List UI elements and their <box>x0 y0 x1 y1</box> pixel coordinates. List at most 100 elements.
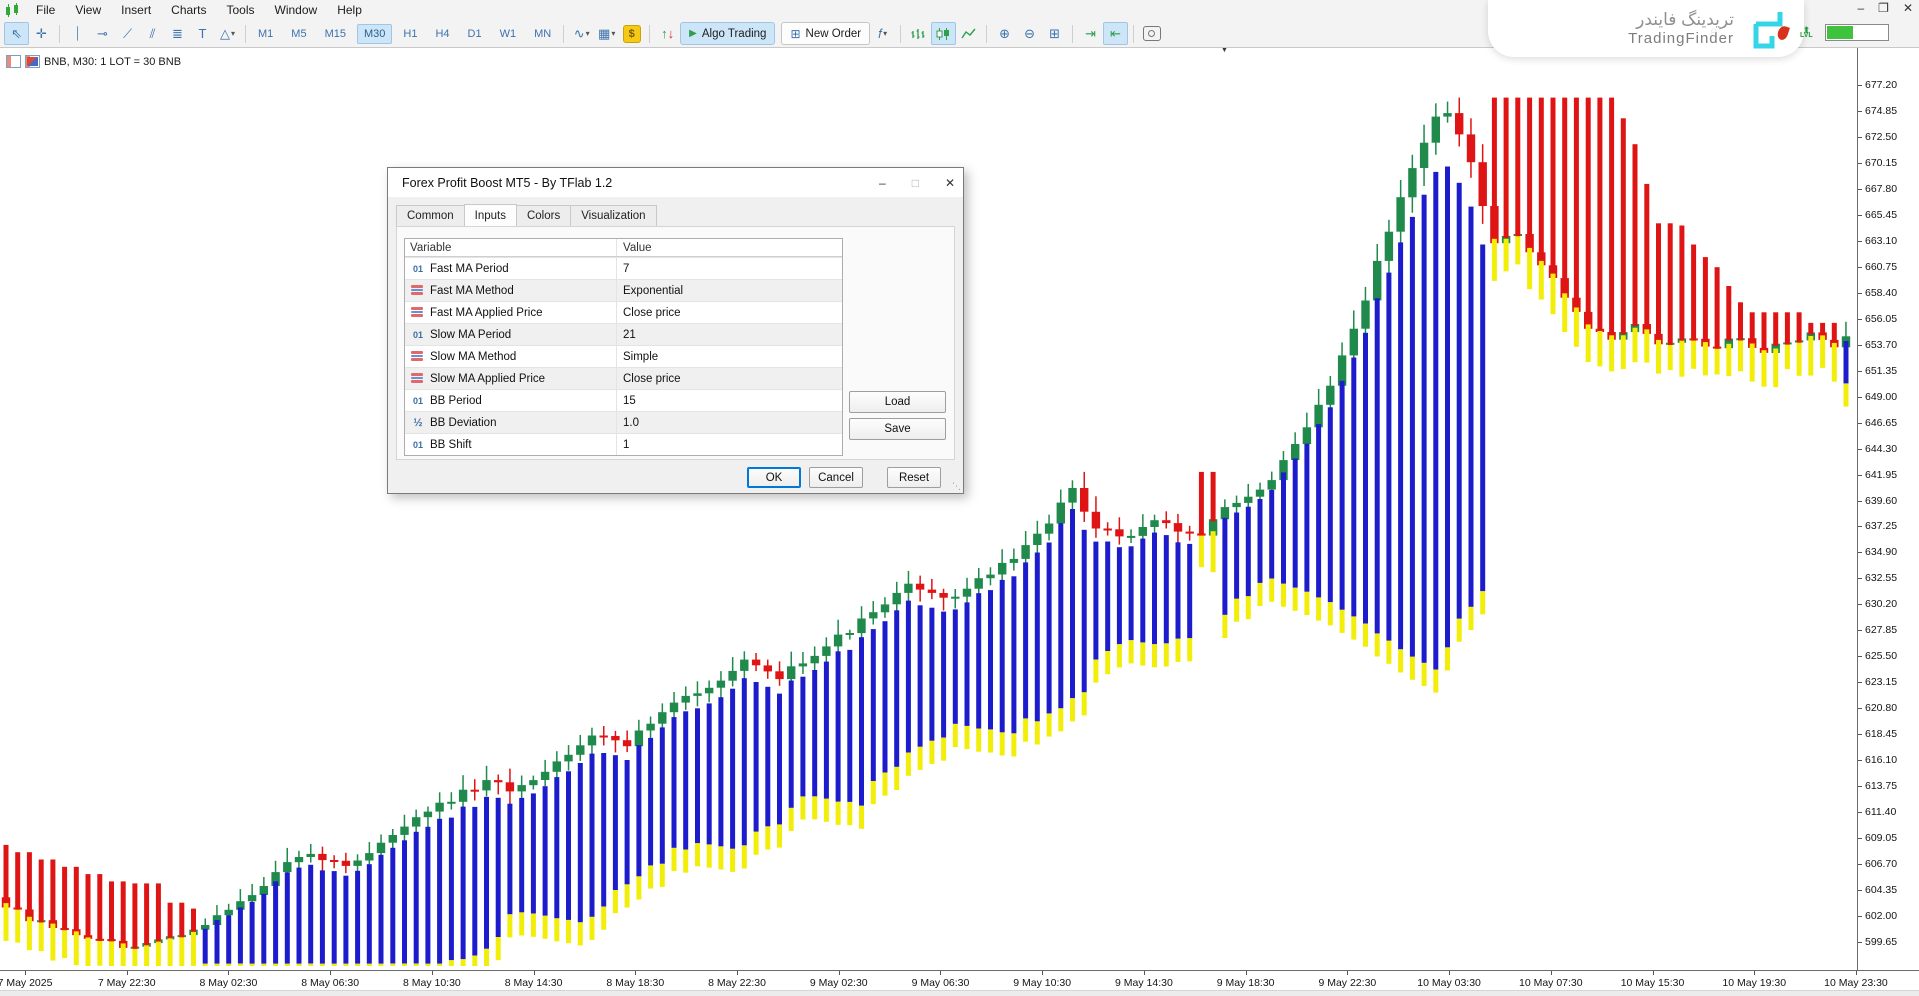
timeframe-button-m30[interactable]: M30 <box>357 24 392 44</box>
price-axis-label: 672.50 <box>1865 131 1897 143</box>
menu-item-file[interactable]: File <box>26 1 65 19</box>
numeric-param-icon: 01 <box>410 330 426 340</box>
trendline-tool-button[interactable]: ⟋ <box>115 22 140 45</box>
zoom-in-button[interactable]: ⊕ <box>992 22 1017 45</box>
enum-param-icon <box>410 373 426 384</box>
candlestick-mode-button[interactable] <box>931 22 956 45</box>
menu-item-tools[interactable]: Tools <box>217 1 265 19</box>
time-axis-label: 10 May 15:30 <box>1621 977 1685 989</box>
param-value[interactable]: Close price <box>617 373 842 385</box>
dialog-tab-inputs[interactable]: Inputs <box>464 204 517 227</box>
algo-trading-button[interactable]: ▶ Algo Trading <box>680 22 775 45</box>
param-value[interactable]: Simple <box>617 351 842 363</box>
bars-icon <box>911 27 926 41</box>
resize-grip[interactable]: ⋱ <box>952 481 961 492</box>
time-axis-label: 7 May 22:30 <box>98 977 156 989</box>
toolbar-separator <box>563 25 564 43</box>
price-axis-label: 606.70 <box>1865 858 1897 870</box>
tile-windows-button[interactable]: ⊞ <box>1042 22 1067 45</box>
bar-chart-mode-button[interactable] <box>906 22 931 45</box>
param-value[interactable]: Close price <box>617 307 842 319</box>
price-tick <box>1858 371 1862 372</box>
param-value[interactable]: 7 <box>617 263 842 275</box>
window-controls: – ❐ ✕ <box>1857 1 1913 15</box>
line-chart-mode-button[interactable] <box>956 22 981 45</box>
timeframe-button-d1[interactable]: D1 <box>461 24 489 44</box>
price-tick <box>1858 85 1862 86</box>
insert-indicator-dropdown[interactable]: 𝑓▾ <box>870 22 895 45</box>
auto-scroll-button[interactable]: ⇤ <box>1103 22 1128 45</box>
menu-item-charts[interactable]: Charts <box>161 1 216 19</box>
time-tick <box>432 971 433 975</box>
menu-item-help[interactable]: Help <box>327 1 372 19</box>
price-axis[interactable]: 677.20674.85672.50670.15667.80665.45663.… <box>1857 47 1919 970</box>
indicator-window-dropdown[interactable]: ▦▾ <box>594 22 619 45</box>
vertical-line-tool-button[interactable]: ⏐ <box>65 22 90 45</box>
table-row[interactable]: 01Slow MA Period21 <box>405 323 842 345</box>
time-tick <box>1042 971 1043 975</box>
dialog-minimize-button[interactable]: – <box>879 176 886 190</box>
price-tick <box>1858 864 1862 865</box>
minimize-button[interactable]: – <box>1857 1 1864 15</box>
chart-shift-button[interactable]: ⇥ <box>1078 22 1103 45</box>
numeric-param-icon: 01 <box>410 264 426 274</box>
dialog-tab-visualization[interactable]: Visualization <box>570 205 656 228</box>
timeframe-button-w1[interactable]: W1 <box>493 24 524 44</box>
timeframe-button-h4[interactable]: H4 <box>428 24 456 44</box>
screenshot-button[interactable] <box>1139 22 1164 45</box>
timeframe-button-mn[interactable]: MN <box>527 24 558 44</box>
dollar-icon: $ <box>623 25 641 43</box>
restore-button[interactable]: ❐ <box>1878 1 1889 15</box>
timeframe-button-m15[interactable]: M15 <box>318 24 353 44</box>
text-tool-button[interactable]: T <box>190 22 215 45</box>
param-value[interactable]: 1 <box>617 439 842 451</box>
param-value[interactable]: 15 <box>617 395 842 407</box>
table-row[interactable]: Fast MA MethodExponential <box>405 279 842 301</box>
ok-button[interactable]: OK <box>747 467 801 488</box>
chart-style-dropdown[interactable]: ∿▾ <box>569 22 594 45</box>
time-axis-label: 10 May 07:30 <box>1519 977 1583 989</box>
cancel-button[interactable]: Cancel <box>809 467 863 488</box>
param-value[interactable]: 21 <box>617 329 842 341</box>
dialog-title-bar[interactable]: Forex Profit Boost MT5 - By TFlab 1.2 <box>388 168 963 197</box>
dialog-tab-colors[interactable]: Colors <box>516 205 571 228</box>
market-watch-button[interactable]: $ <box>619 22 644 45</box>
price-axis-label: 627.85 <box>1865 624 1897 636</box>
new-order-button[interactable]: ⊞ New Order <box>781 22 870 45</box>
price-axis-label: 646.65 <box>1865 417 1897 429</box>
watermark-title-fa: تریدینگ فایندر <box>1628 10 1734 30</box>
param-value[interactable]: 1.0 <box>617 417 842 429</box>
new-order-icon: ⊞ <box>790 27 800 41</box>
param-name: BB Shift <box>430 439 472 451</box>
table-row[interactable]: ½BB Deviation1.0 <box>405 411 842 433</box>
fibonacci-tool-button[interactable]: ≣ <box>165 22 190 45</box>
save-button[interactable]: Save <box>849 418 946 440</box>
timeframe-button-m5[interactable]: M5 <box>284 24 313 44</box>
table-row[interactable]: Slow MA Applied PriceClose price <box>405 367 842 389</box>
cursor-tool-button[interactable]: ⇖ <box>4 22 29 45</box>
shapes-tool-button[interactable]: △▾ <box>215 22 240 45</box>
channel-tool-button[interactable]: ⫽ <box>140 22 165 45</box>
reset-button[interactable]: Reset <box>887 467 941 488</box>
timeframe-button-h1[interactable]: H1 <box>396 24 424 44</box>
table-row[interactable]: 01BB Shift1 <box>405 433 842 455</box>
table-row[interactable]: 01BB Period15 <box>405 389 842 411</box>
menu-item-view[interactable]: View <box>65 1 111 19</box>
table-row[interactable]: Slow MA MethodSimple <box>405 345 842 367</box>
close-button[interactable]: ✕ <box>1903 1 1913 15</box>
param-value[interactable]: Exponential <box>617 285 842 297</box>
load-button[interactable]: Load <box>849 391 946 413</box>
table-row[interactable]: Fast MA Applied PriceClose price <box>405 301 842 323</box>
dialog-tab-common[interactable]: Common <box>396 205 465 228</box>
crosshair-tool-button[interactable]: ✛ <box>29 22 54 45</box>
dialog-maximize-button[interactable]: □ <box>912 176 919 190</box>
menu-item-insert[interactable]: Insert <box>111 1 161 19</box>
table-row[interactable]: 01Fast MA Period7 <box>405 257 842 279</box>
zoom-out-button[interactable]: ⊖ <box>1017 22 1042 45</box>
dialog-close-button[interactable]: ✕ <box>945 176 955 190</box>
depth-of-market-button[interactable]: ↑↓ <box>655 22 680 45</box>
menu-item-window[interactable]: Window <box>265 1 328 19</box>
time-axis-label: 8 May 22:30 <box>708 977 766 989</box>
timeframe-button-m1[interactable]: M1 <box>251 24 280 44</box>
horizontal-line-tool-button[interactable]: ⊸ <box>90 22 115 45</box>
